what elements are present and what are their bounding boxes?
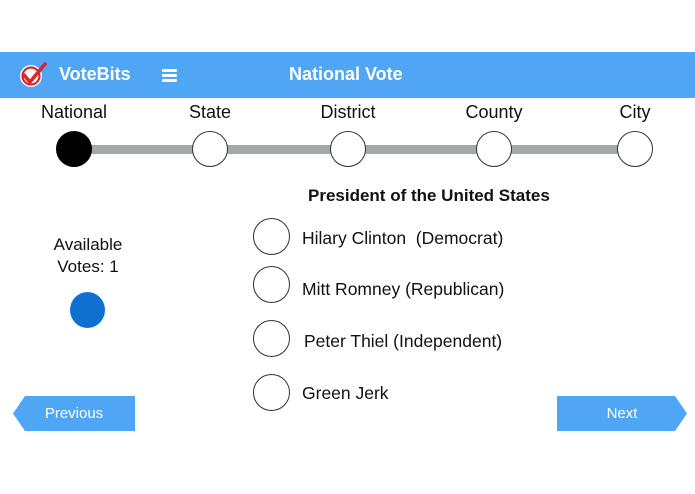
step-node-national[interactable] <box>56 131 92 167</box>
office-title: President of the United States <box>308 186 550 205</box>
step-node-city[interactable] <box>617 131 653 167</box>
candidate-radio-green-jerk[interactable] <box>253 374 290 411</box>
hamburger-menu-icon[interactable] <box>161 65 179 85</box>
step-label-national: National <box>40 102 108 122</box>
app-brand: VoteBits <box>59 64 131 84</box>
available-votes: Available Votes: 1 <box>28 234 148 278</box>
checkmark-ballot-icon[interactable] <box>18 61 48 89</box>
previous-button[interactable]: Previous <box>13 396 135 431</box>
candidate-label-thiel: Peter Thiel (Independent) <box>304 331 503 351</box>
step-label-district: District <box>320 102 376 122</box>
step-node-county[interactable] <box>476 131 512 167</box>
available-votes-count: Votes: 1 <box>57 257 119 276</box>
candidate-label-green-jerk: Green Jerk <box>302 383 389 403</box>
step-node-district[interactable] <box>330 131 366 167</box>
step-label-city: City <box>619 102 651 122</box>
page-title: National Vote <box>289 64 403 84</box>
step-node-state[interactable] <box>192 131 228 167</box>
vote-token[interactable] <box>70 292 105 328</box>
candidate-radio-romney[interactable] <box>253 266 290 303</box>
available-votes-label: Available <box>53 235 123 254</box>
step-label-county: County <box>465 102 523 122</box>
top-navbar: VoteBits National Vote <box>0 52 695 98</box>
candidate-radio-thiel[interactable] <box>253 320 290 357</box>
candidate-radio-clinton[interactable] <box>253 218 290 255</box>
candidate-label-romney: Mitt Romney (Republican) <box>302 279 505 299</box>
next-button[interactable]: Next <box>557 396 687 431</box>
step-label-state: State <box>188 102 232 122</box>
candidate-label-clinton: Hilary Clinton (Democrat) <box>302 228 504 248</box>
